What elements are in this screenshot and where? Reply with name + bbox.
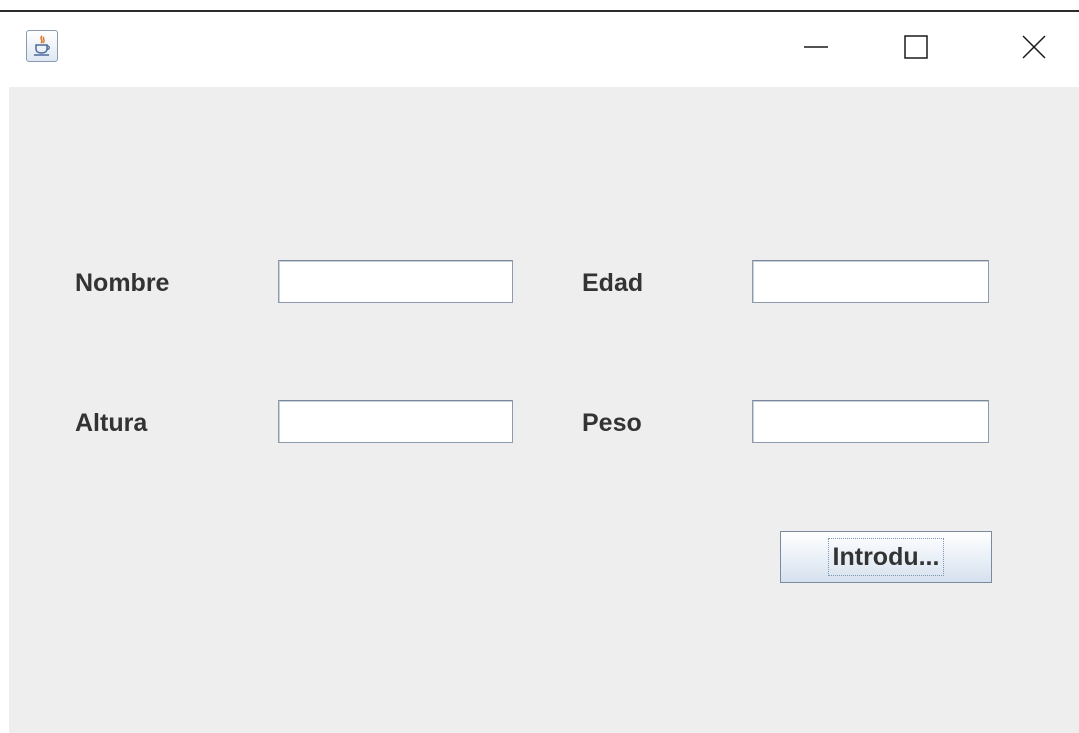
nombre-label: Nombre [75, 269, 170, 297]
java-cup-icon[interactable] [26, 30, 58, 62]
nombre-input[interactable] [278, 260, 513, 303]
edad-label: Edad [582, 269, 644, 297]
minimize-icon [803, 34, 829, 65]
peso-label: Peso [582, 409, 642, 437]
maximize-icon [903, 34, 929, 65]
altura-input[interactable] [278, 400, 513, 443]
close-button[interactable] [998, 12, 1070, 87]
minimize-button[interactable] [780, 12, 852, 87]
altura-label: Altura [75, 409, 148, 437]
form-panel: Nombre Edad Altura Peso Introdu... [9, 87, 1079, 733]
close-icon [1021, 34, 1047, 65]
edad-input[interactable] [752, 260, 989, 303]
maximize-button[interactable] [880, 12, 952, 87]
title-bar[interactable] [0, 12, 1079, 87]
peso-input[interactable] [752, 400, 989, 443]
introducir-button-label: Introdu... [827, 538, 945, 576]
introducir-button[interactable]: Introdu... [780, 531, 992, 583]
